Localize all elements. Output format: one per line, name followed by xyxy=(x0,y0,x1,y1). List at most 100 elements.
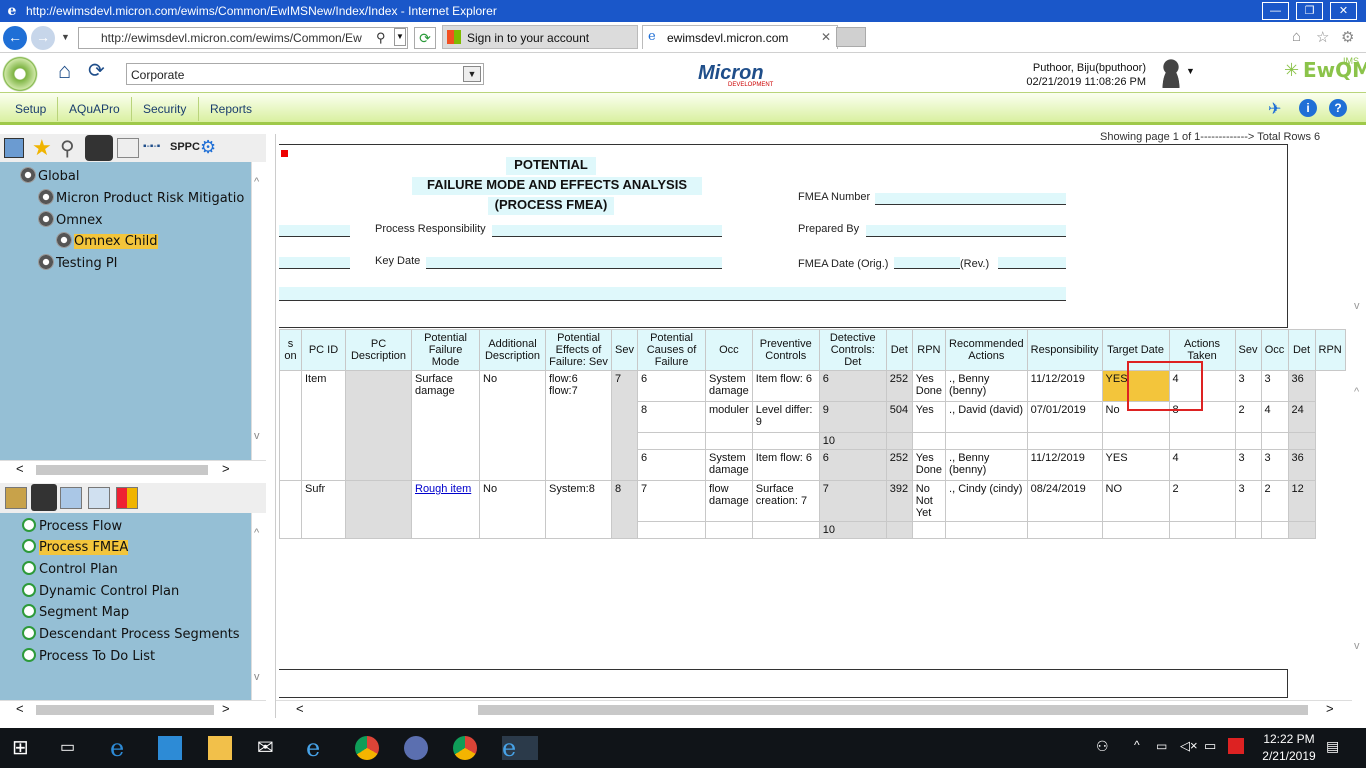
chevron-down-icon[interactable]: v xyxy=(254,671,260,683)
nav-process-flow[interactable]: Process Flow xyxy=(22,518,122,534)
user-avatar-icon[interactable] xyxy=(1158,58,1184,88)
actions-taken-cell[interactable]: YES xyxy=(1101,449,1170,481)
grid-header-cell[interactable]: Additional Description xyxy=(479,329,546,371)
tree-vertical-scrollbar[interactable]: ^ v xyxy=(251,162,266,460)
table-cell[interactable]: ., Benny (benny) xyxy=(945,370,1028,402)
table-cell[interactable]: 7 xyxy=(818,480,887,522)
grid-header-cell[interactable]: s on xyxy=(279,329,302,371)
table-cell[interactable] xyxy=(705,432,753,450)
search-icon[interactable]: ⚲ xyxy=(376,30,386,46)
chevron-down-icon[interactable]: v xyxy=(254,430,260,442)
fmea-number-field[interactable] xyxy=(875,193,1066,205)
menu-setup[interactable]: Setup xyxy=(15,102,46,116)
nav-dynamic-control-plan[interactable]: Dynamic Control Plan xyxy=(22,583,179,599)
home-icon[interactable]: ⌂ xyxy=(1292,28,1301,45)
table-cell[interactable] xyxy=(279,480,302,539)
menu-reports[interactable]: Reports xyxy=(210,102,252,116)
table-cell[interactable] xyxy=(1287,521,1316,539)
table-cell[interactable]: 12 xyxy=(1287,480,1316,522)
home-icon[interactable]: ⌂ xyxy=(58,58,71,84)
chevron-up-icon[interactable]: ^ xyxy=(1134,738,1140,752)
table-cell[interactable]: 11/12/2019 xyxy=(1026,370,1103,402)
table-cell[interactable]: No xyxy=(479,370,546,481)
table-cell[interactable]: Rough item xyxy=(411,480,480,539)
grid-header-cell[interactable]: Sev xyxy=(611,329,638,371)
table-cell[interactable] xyxy=(279,370,302,481)
table-cell[interactable]: 4 xyxy=(1260,401,1289,433)
fmea-date-orig-field[interactable] xyxy=(894,257,960,269)
chart-icon[interactable] xyxy=(117,138,139,158)
info-icon[interactable]: i xyxy=(1299,99,1317,117)
table-cell[interactable]: 3 xyxy=(1260,370,1289,402)
battery-icon[interactable]: ▭ xyxy=(1156,739,1167,753)
sppc-button[interactable]: SPPC xyxy=(170,141,200,153)
process-responsibility-field[interactable] xyxy=(492,225,722,237)
help-icon[interactable]: ? xyxy=(1329,99,1347,117)
scroll-thumb[interactable] xyxy=(478,705,1308,715)
table-cell[interactable]: Yes Done xyxy=(911,370,947,402)
table-cell[interactable]: 3 xyxy=(1234,480,1262,522)
ie-active-icon[interactable]: e xyxy=(502,736,538,760)
chevron-up-icon[interactable]: ^ xyxy=(254,176,259,188)
clock-date[interactable]: 2/21/2019 xyxy=(1252,749,1326,763)
content-vertical-scrollbar[interactable]: v ^ v xyxy=(1352,140,1366,700)
close-window-button[interactable]: ✕ xyxy=(1330,2,1357,20)
grid-header-cell[interactable]: Det xyxy=(885,329,913,371)
table-cell[interactable]: 36 xyxy=(1287,370,1316,402)
edge-icon[interactable]: e xyxy=(110,736,134,760)
table-cell[interactable]: ., David (david) xyxy=(945,401,1028,433)
nav-vertical-scrollbar[interactable]: ^ v xyxy=(251,513,266,700)
table-cell[interactable] xyxy=(945,432,1028,450)
people-icon[interactable]: ⚇ xyxy=(1096,738,1109,755)
table-cell[interactable]: Item flow: 6 xyxy=(751,449,820,481)
table-cell[interactable]: 07/01/2019 xyxy=(1026,401,1103,433)
table-cell[interactable]: 6 xyxy=(637,449,706,481)
forward-button[interactable]: → xyxy=(31,26,55,50)
nav-control-plan[interactable]: Control Plan xyxy=(22,561,118,577)
table-cell[interactable]: 7 xyxy=(637,480,706,522)
nav-segment-map[interactable]: Segment Map xyxy=(22,604,129,620)
field-left-1[interactable] xyxy=(279,225,350,237)
chevron-down-icon[interactable]: v xyxy=(1354,640,1360,652)
table-cell[interactable] xyxy=(705,521,753,539)
plant-select[interactable]: Corporate ▼ xyxy=(126,63,484,85)
restore-button[interactable]: ❐ xyxy=(1296,2,1323,20)
grid-header-cell[interactable]: PC ID xyxy=(301,329,346,371)
table-cell[interactable]: 8 xyxy=(611,480,638,539)
content-horizontal-scrollbar[interactable]: < > xyxy=(276,700,1352,718)
process-gear-icon[interactable] xyxy=(31,484,57,511)
grid-header-cell[interactable]: RPN xyxy=(1314,329,1346,371)
actions-taken-cell[interactable] xyxy=(1101,521,1170,539)
address-dropdown-icon[interactable]: ▼ xyxy=(394,28,406,46)
chevron-up-icon[interactable]: ^ xyxy=(1354,386,1359,398)
table-cell[interactable]: 08/24/2019 xyxy=(1026,480,1103,522)
chevron-right-icon[interactable]: > xyxy=(222,701,230,716)
process-gear-icon[interactable] xyxy=(85,135,113,161)
table-cell[interactable] xyxy=(751,432,820,450)
user-menu-chevron-icon[interactable]: ▼ xyxy=(1186,66,1195,76)
chevron-left-icon[interactable]: < xyxy=(16,461,24,476)
close-tab-icon[interactable]: ✕ xyxy=(821,30,831,44)
table-cell[interactable]: 11/12/2019 xyxy=(1026,449,1103,481)
table-cell[interactable]: 252 xyxy=(885,449,913,481)
edit-icon[interactable] xyxy=(4,138,24,158)
table-cell[interactable]: flow:6 flow:7 xyxy=(545,370,612,481)
panel-splitter[interactable] xyxy=(266,134,276,718)
table-cell[interactable]: Yes Done xyxy=(911,449,947,481)
table-cell[interactable] xyxy=(1287,432,1316,450)
table-cell[interactable] xyxy=(1026,432,1103,450)
grid-header-cell[interactable]: Potential Failure Mode xyxy=(411,329,480,371)
volume-icon[interactable]: ◁× xyxy=(1180,738,1198,754)
table-cell[interactable]: No xyxy=(479,480,546,539)
ie-taskbar-icon[interactable]: e xyxy=(306,736,330,760)
table-cell[interactable] xyxy=(637,432,706,450)
settings-gear-icon[interactable]: ⚙ xyxy=(200,137,216,158)
tools-icon[interactable] xyxy=(5,487,27,509)
favorites-star-icon[interactable]: ★ xyxy=(32,135,52,161)
tree-horizontal-scrollbar[interactable]: < > xyxy=(0,460,266,478)
table-cell[interactable]: Surface creation: 7 xyxy=(751,480,820,522)
table-cell[interactable]: 252 xyxy=(885,370,913,402)
table-cell[interactable]: 2 xyxy=(1168,480,1236,522)
grid-header-cell[interactable]: Sev xyxy=(1234,329,1262,371)
key-date-field[interactable] xyxy=(426,257,722,269)
